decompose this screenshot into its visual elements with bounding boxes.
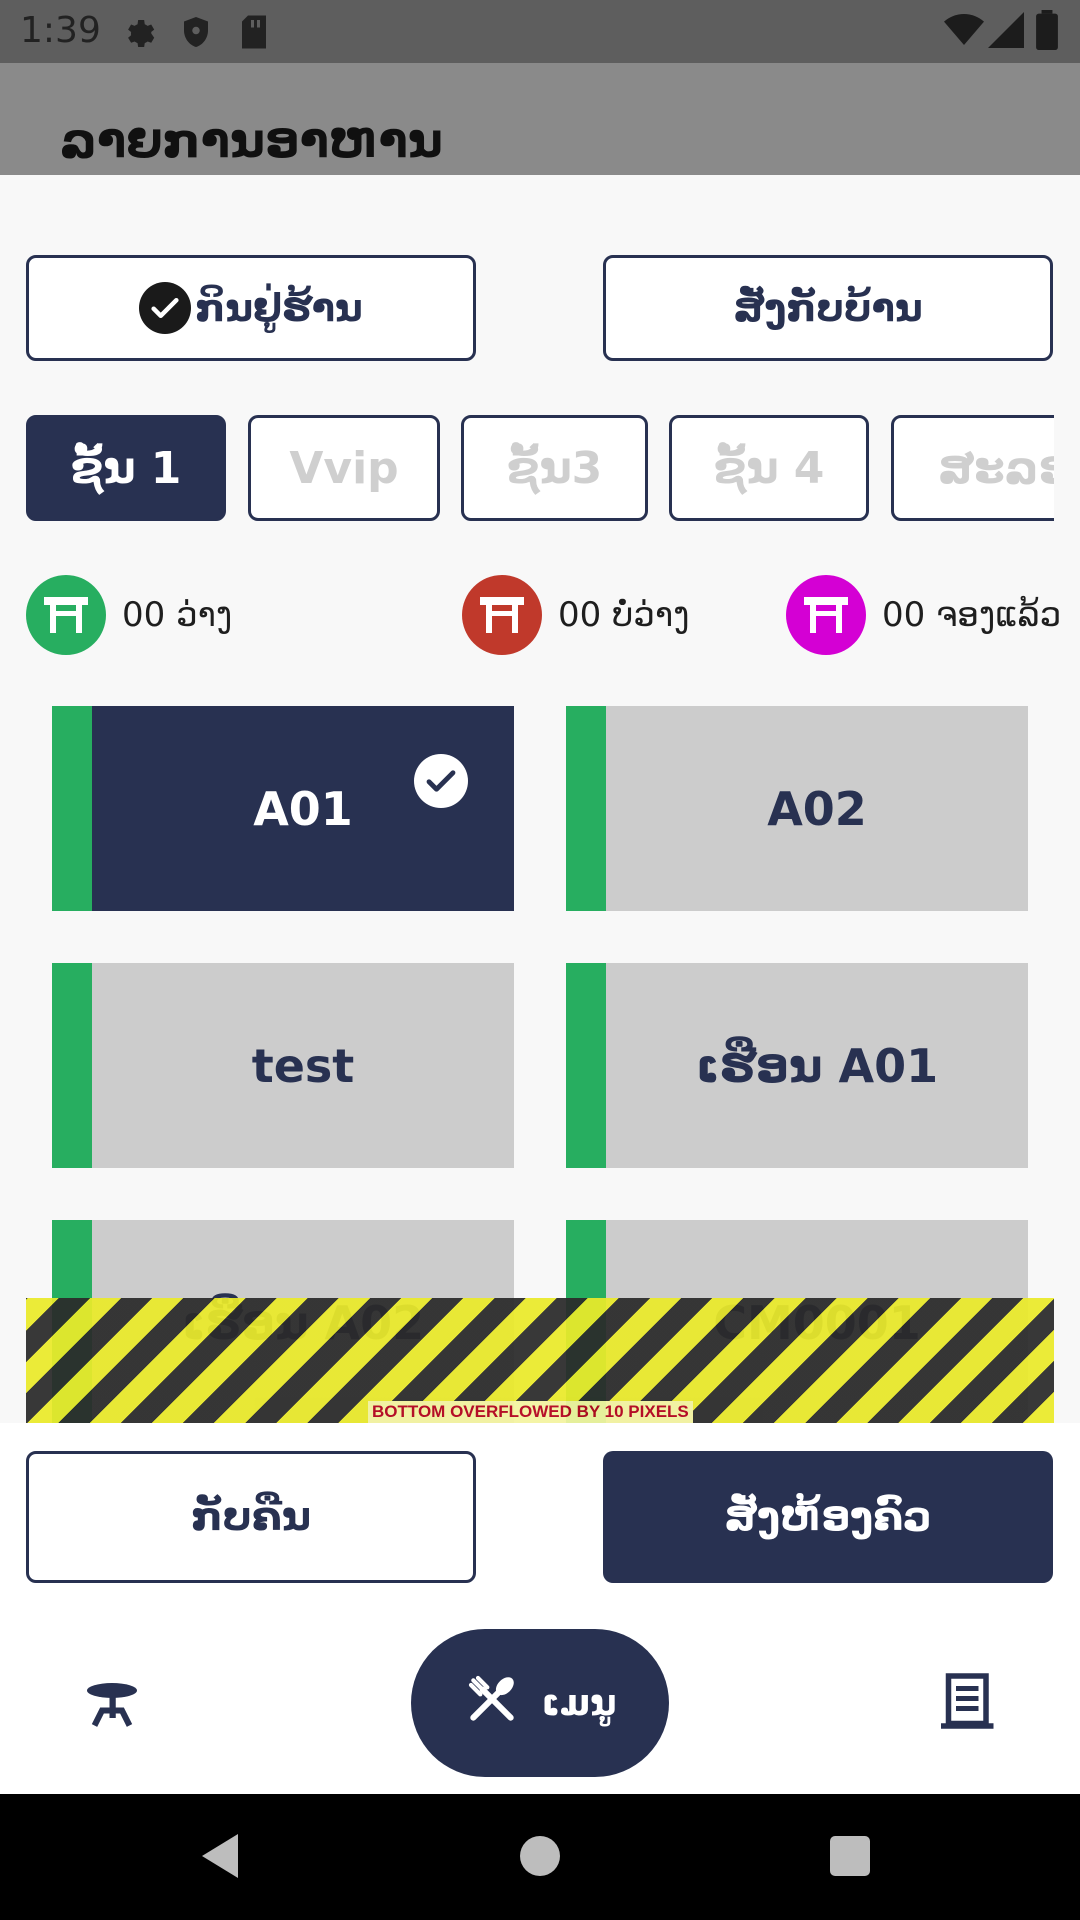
battery-icon [1036, 10, 1058, 54]
takeaway-button[interactable]: ສັ່ງກັບບ້ານ [603, 255, 1053, 361]
nav-menu-label: ເມນູ [541, 1682, 617, 1724]
legend-free-text: 00 ວ່າງ [122, 595, 233, 635]
status-stripe [52, 706, 92, 911]
status-stripe [566, 706, 606, 911]
tab-vvip[interactable]: Vvip [248, 415, 440, 521]
tab-floor-5[interactable]: ສະລອ [891, 415, 1054, 521]
table-icon [786, 575, 866, 655]
status-stripe [566, 963, 606, 1168]
action-bar: ກັບຄືນ ສັ່ງຫ້ອງຄົວ [0, 1423, 1080, 1613]
system-nav-bar [0, 1794, 1080, 1920]
table-card[interactable]: A01 [52, 706, 514, 911]
overflow-warning: BOTTOM OVERFLOWED BY 10 PIXELS [26, 1298, 1054, 1423]
recents-square-icon[interactable] [830, 1836, 870, 1876]
home-circle-icon[interactable] [520, 1836, 560, 1876]
signal-icon [988, 12, 1024, 52]
background-page: ລາຍການອາຫານ [0, 63, 1080, 175]
table-name: ເຮືອນ A01 [695, 1038, 939, 1093]
sd-card-icon [238, 14, 270, 54]
nav-menu-button[interactable]: ເມນູ [411, 1629, 669, 1777]
table-card[interactable]: ເຮືອນ A01 [566, 963, 1028, 1168]
wifi-icon [944, 12, 984, 52]
legend-busy: 00 ບໍ່ວ່າງ [462, 575, 690, 655]
table-name: test [251, 1038, 355, 1093]
shield-icon [178, 14, 214, 54]
status-bar: 1:39 [0, 0, 1080, 63]
table-card[interactable]: test [52, 963, 514, 1168]
check-icon [414, 754, 468, 808]
send-to-kitchen-button[interactable]: ສັ່ງຫ້ອງຄົວ [603, 1451, 1053, 1583]
fork-knife-icon [464, 1671, 520, 1736]
table-selection-sheet: ກິນຢູ່ຮ້ານ ສັ່ງກັບບ້ານ ຊັ້ນ 1 Vvip ຊັ້ນ3… [0, 175, 1080, 1423]
table-name: A02 [767, 781, 867, 836]
tab-floor-1[interactable]: ຊັ້ນ 1 [26, 415, 226, 521]
gear-icon [120, 14, 156, 54]
legend-busy-text: 00 ບໍ່ວ່າງ [558, 595, 690, 635]
table-icon [462, 575, 542, 655]
floor-tabs: ຊັ້ນ 1 Vvip ຊັ້ນ3 ຊັ້ນ 4 ສະລອ [26, 415, 1054, 523]
bottom-nav: ເມນູ [0, 1613, 1080, 1794]
table-name: A01 [253, 781, 353, 836]
table-icon [26, 575, 106, 655]
dine-in-label: ກິນຢູ່ຮ້ານ [195, 286, 363, 330]
status-time: 1:39 [20, 10, 101, 51]
legend-free: 00 ວ່າງ [26, 575, 232, 655]
table-card[interactable]: A02 [566, 706, 1028, 911]
tab-floor-4[interactable]: ຊັ້ນ 4 [669, 415, 869, 521]
status-stripe [52, 963, 92, 1168]
back-triangle-icon[interactable] [202, 1834, 242, 1882]
legend-reserved-text: 00 ຈອງແລ້ວ [882, 595, 1062, 635]
dine-in-button[interactable]: ກິນຢູ່ຮ້ານ [26, 255, 476, 361]
takeaway-label: ສັ່ງກັບບ້ານ [733, 286, 923, 330]
back-button[interactable]: ກັບຄືນ [26, 1451, 476, 1583]
table-icon[interactable] [82, 1673, 142, 1733]
page-title: ລາຍການອາຫານ [60, 113, 443, 169]
overflow-warning-label: BOTTOM OVERFLOWED BY 10 PIXELS [368, 1401, 693, 1423]
check-icon [139, 282, 192, 334]
tab-floor-3[interactable]: ຊັ້ນ3 [461, 415, 648, 521]
receipt-list-icon[interactable] [936, 1671, 996, 1731]
legend-reserved: 00 ຈອງແລ້ວ [786, 575, 1061, 655]
